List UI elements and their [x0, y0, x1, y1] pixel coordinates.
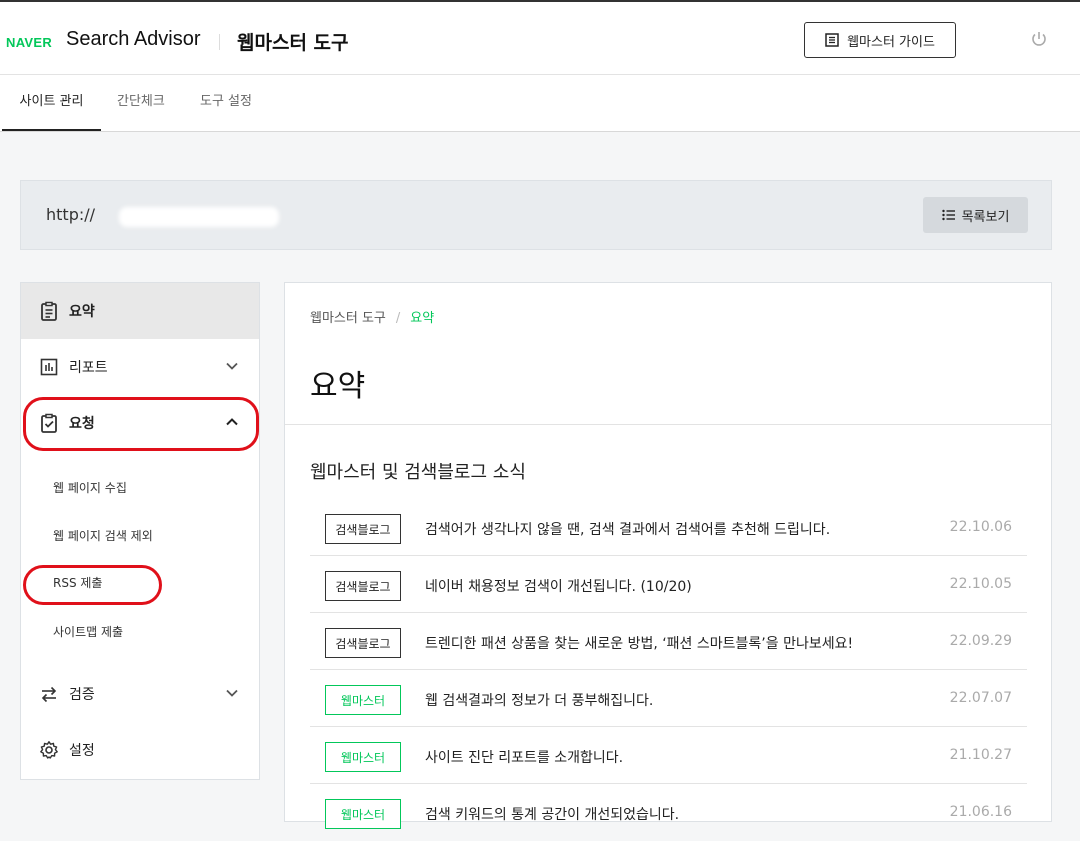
- view-list-label: 목록보기: [961, 209, 1010, 225]
- redacted-url: [119, 207, 279, 227]
- news-date: 22.10.06: [949, 519, 1012, 535]
- sidebar-item-label: 설정: [69, 743, 95, 759]
- tool-name[interactable]: 웹마스터 도구: [237, 28, 349, 55]
- main-tabs: 사이트 관리 간단체크 도구 설정: [0, 75, 1080, 132]
- news-category-badge: 웹마스터: [325, 799, 401, 829]
- view-list-button[interactable]: 목록보기: [923, 197, 1028, 233]
- webmaster-guide-button[interactable]: 웹마스터 가이드: [804, 22, 956, 58]
- gear-icon: [40, 741, 58, 759]
- news-row[interactable]: 검색블로그 트렌디한 패션 상품을 찾는 새로운 방법, ‘패션 스마트블록’을…: [310, 613, 1027, 670]
- news-date: 21.06.16: [949, 804, 1012, 820]
- page-title: 요약: [310, 369, 366, 404]
- list-icon: [941, 209, 955, 221]
- breadcrumb-root[interactable]: 웹마스터 도구: [310, 311, 386, 326]
- sidebar-item-summary[interactable]: 요약: [21, 283, 259, 339]
- main-content: 웹마스터 도구 / 요약 요약 웹마스터 및 검색블로그 소식 검색블로그 검색어가…: [284, 282, 1052, 829]
- sidebar-item-report[interactable]: 리포트: [21, 339, 259, 395]
- title-divider: [285, 424, 1051, 425]
- news-category-badge: 웹마스터: [325, 685, 401, 715]
- sidebar: 요약 리포트 요청 웹 페이지 수집 웹 페이지 검색 제외 RSS 제출 사이…: [20, 282, 260, 780]
- news-date: 22.10.05: [949, 576, 1012, 592]
- webmaster-guide-label: 웹마스터 가이드: [847, 34, 935, 50]
- news-category-badge: 웹마스터: [325, 742, 401, 772]
- chevron-down-icon[interactable]: [225, 359, 239, 373]
- clipboard-icon: [41, 301, 57, 321]
- sidebar-subitem-page-crawl[interactable]: 웹 페이지 수집: [53, 479, 127, 496]
- highlight-request-annotation: [23, 397, 259, 451]
- news-title-link[interactable]: 검색 키워드의 통계 공간이 개선되었습니다.: [425, 804, 679, 824]
- chevron-down-icon[interactable]: [225, 686, 239, 700]
- tab-site-management[interactable]: 사이트 관리: [2, 75, 101, 131]
- sidebar-subitem-page-exclude[interactable]: 웹 페이지 검색 제외: [53, 527, 153, 544]
- news-category-badge: 검색블로그: [325, 514, 401, 544]
- site-url-bar: http:// 목록보기: [20, 180, 1052, 250]
- news-title-link[interactable]: 트렌디한 패션 상품을 찾는 새로운 방법, ‘패션 스마트블록’을 만나보세요…: [425, 633, 853, 653]
- news-row[interactable]: 웹마스터 검색 키워드의 통계 공간이 개선되었습니다. 21.06.16: [310, 784, 1027, 841]
- news-section-title: 웹마스터 및 검색블로그 소식: [310, 462, 526, 483]
- breadcrumb: 웹마스터 도구 / 요약: [310, 307, 434, 326]
- sidebar-item-label: 리포트: [69, 360, 108, 376]
- news-title-link[interactable]: 검색어가 생각나지 않을 땐, 검색 결과에서 검색어를 추천해 드립니다.: [425, 519, 830, 539]
- top-header: NAVER Search Advisor 웹마스터 도구 웹마스터 가이드: [0, 0, 1080, 75]
- document-list-icon: [825, 33, 839, 47]
- sidebar-item-verify[interactable]: 검증: [21, 666, 259, 722]
- breadcrumb-current: 요약: [410, 311, 435, 326]
- breadcrumb-separator: /: [395, 311, 401, 326]
- tab-tool-settings[interactable]: 도구 설정: [200, 75, 252, 131]
- news-category-badge: 검색블로그: [325, 571, 401, 601]
- naver-logo[interactable]: NAVER: [6, 35, 52, 50]
- app-name[interactable]: Search Advisor: [66, 28, 201, 51]
- highlight-rss-annotation: [23, 565, 162, 605]
- news-row[interactable]: 웹마스터 사이트 진단 리포트를 소개합니다. 21.10.27: [310, 727, 1027, 784]
- tab-quick-check[interactable]: 간단체크: [117, 75, 165, 131]
- news-date: 22.09.29: [949, 633, 1012, 649]
- sidebar-item-label: 검증: [69, 687, 95, 703]
- logout-power-icon[interactable]: [1030, 30, 1048, 48]
- news-row[interactable]: 웹마스터 웹 검색결과의 정보가 더 풍부해집니다. 22.07.07: [310, 670, 1027, 727]
- sidebar-item-label: 요약: [69, 304, 95, 320]
- news-category-badge: 검색블로그: [325, 628, 401, 658]
- news-title-link[interactable]: 웹 검색결과의 정보가 더 풍부해집니다.: [425, 690, 653, 710]
- news-title-link[interactable]: 사이트 진단 리포트를 소개합니다.: [425, 747, 623, 767]
- bar-chart-icon: [40, 358, 58, 376]
- news-title-link[interactable]: 네이버 채용정보 검색이 개선됩니다. (10/20): [425, 576, 692, 596]
- news-date: 21.10.27: [949, 747, 1012, 763]
- news-date: 22.07.07: [949, 690, 1012, 706]
- news-row[interactable]: 검색블로그 검색어가 생각나지 않을 땐, 검색 결과에서 검색어를 추천해 드…: [310, 499, 1027, 556]
- sidebar-item-settings[interactable]: 설정: [21, 722, 259, 778]
- swap-arrows-icon: [41, 686, 57, 703]
- news-row[interactable]: 검색블로그 네이버 채용정보 검색이 개선됩니다. (10/20) 22.10.…: [310, 556, 1027, 613]
- header-divider: [219, 34, 220, 50]
- site-url: http://: [46, 205, 96, 224]
- sidebar-subitem-sitemap-submit[interactable]: 사이트맵 제출: [53, 623, 123, 640]
